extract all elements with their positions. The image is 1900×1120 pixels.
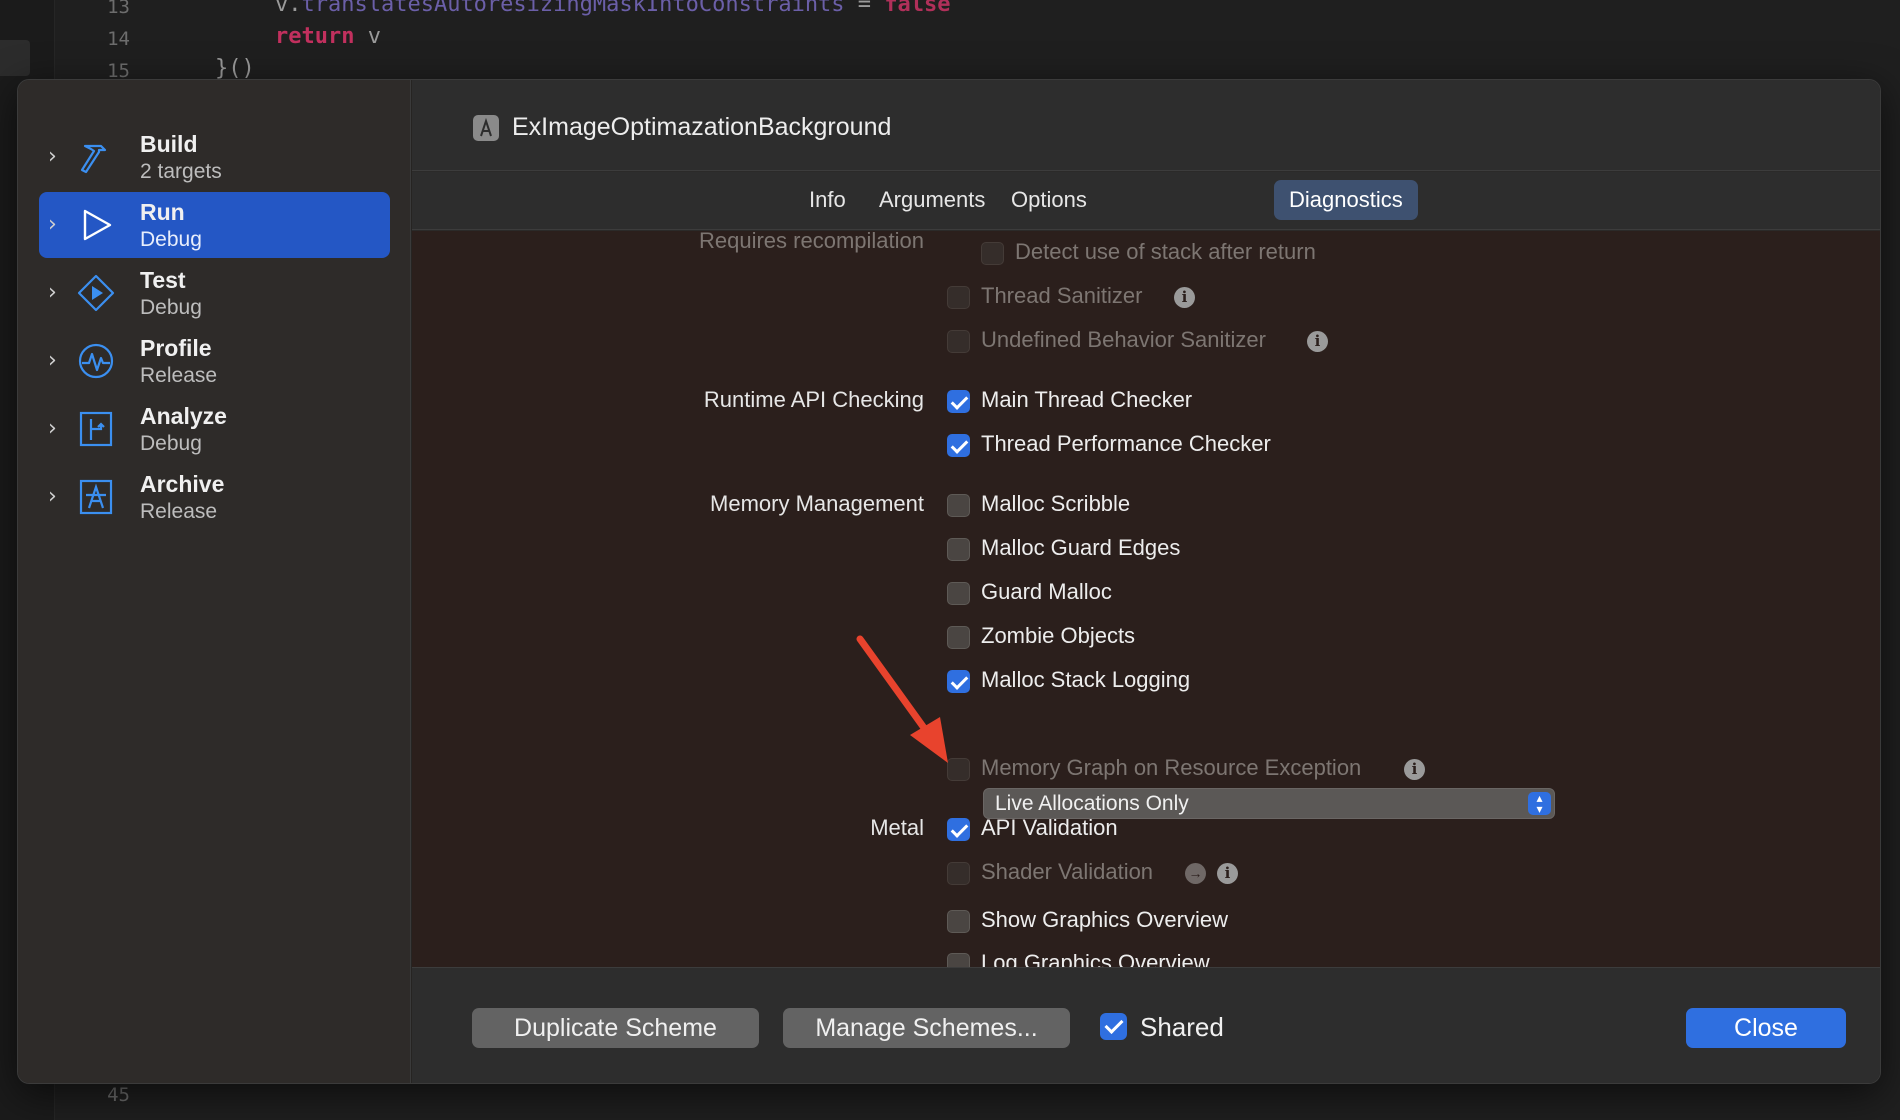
info-icon[interactable]: i [1404, 759, 1425, 780]
sidebar-item-run[interactable]: › Run Debug [39, 192, 390, 258]
shared-checkbox[interactable] [1100, 1013, 1127, 1040]
metal-label: Metal [870, 815, 924, 840]
api-validation-checkbox[interactable] [947, 818, 970, 841]
sidebar-item-profile[interactable]: › Profile Release [39, 328, 390, 394]
chevron-right-icon[interactable]: › [48, 348, 70, 374]
main-thread-checker-label: Main Thread Checker [981, 387, 1193, 412]
chevron-right-icon[interactable]: › [48, 484, 70, 510]
diamond-play-icon [77, 274, 115, 312]
chevron-right-icon[interactable]: › [48, 416, 70, 442]
log-graphics-overview-label: Log Graphics Overview [981, 950, 1210, 967]
scheme-tabs: Info Arguments Options Diagnostics [412, 172, 1880, 230]
scheme-title: ExImageOptimazationBackground [512, 113, 892, 141]
stack-logging-mode-value: Live Allocations Only [995, 792, 1189, 815]
sidebar-item-subtitle: Release [140, 364, 218, 387]
line-number: 13 [107, 0, 130, 18]
tab-options[interactable]: Options [996, 180, 1102, 220]
annotation-arrow-icon [856, 635, 948, 763]
shader-validation-checkbox[interactable] [947, 862, 970, 885]
zombie-objects-label: Zombie Objects [981, 623, 1136, 648]
info-icon[interactable]: i [1174, 287, 1195, 308]
up-down-chevron-icon: ▴ ▾ [1528, 792, 1551, 815]
sidebar-item-subtitle: Debug [140, 432, 202, 455]
scheme-footer: Duplicate Scheme Manage Schemes... Share… [412, 967, 1880, 1083]
sidebar-item-name: Build [140, 131, 198, 157]
main-thread-checker-checkbox[interactable] [947, 390, 970, 413]
guard-malloc-checkbox[interactable] [947, 582, 970, 605]
memory-management-label: Memory Management [710, 491, 924, 516]
thread-sanitizer-checkbox[interactable] [947, 286, 970, 309]
sidebar-item-name: Archive [140, 471, 225, 497]
runtime-api-label: Runtime API Checking [703, 387, 924, 412]
malloc-guard-edges-checkbox[interactable] [947, 538, 970, 561]
sidebar-item-name: Profile [140, 335, 212, 361]
play-icon [83, 209, 112, 241]
detect-stack-label: Detect use of stack after return [1015, 239, 1316, 264]
sidebar-item-analyze[interactable]: › Analyze Debug [39, 396, 390, 462]
chevron-right-icon[interactable]: › [48, 280, 70, 306]
sidebar-item-build[interactable]: › Build 2 targets [39, 124, 390, 190]
arrow-right-circle-icon[interactable]: → [1185, 863, 1206, 884]
tab-info[interactable]: Info [794, 180, 861, 220]
sidebar-item-subtitle: 2 targets [140, 160, 222, 183]
ub-sanitizer-checkbox[interactable] [947, 330, 970, 353]
api-validation-label: API Validation [981, 815, 1118, 840]
thread-performance-checkbox[interactable] [947, 434, 970, 457]
ub-sanitizer-label: Undefined Behavior Sanitizer [981, 327, 1266, 352]
info-icon[interactable]: i [1217, 863, 1238, 884]
graphics-overview-checkbox[interactable] [947, 910, 970, 933]
waveform-icon [78, 343, 114, 379]
sidebar-item-subtitle: Release [140, 500, 218, 523]
sidebar-item-test[interactable]: › Test Debug [39, 260, 390, 326]
malloc-scribble-label: Malloc Scribble [981, 491, 1131, 516]
app-target-icon [473, 115, 499, 141]
scheme-editor-sheet: › Build 2 targets › Run Debug › Test Deb… [17, 79, 1881, 1084]
malloc-stack-logging-label: Malloc Stack Logging [981, 667, 1191, 692]
sidebar-item-archive[interactable]: › Archive Release [39, 464, 390, 530]
sidebar-item-subtitle: Debug [140, 296, 202, 319]
log-graphics-overview-checkbox[interactable] [947, 953, 970, 967]
line-number: 14 [107, 28, 130, 50]
branch-icon [79, 411, 113, 447]
tab-diagnostics[interactable]: Diagnostics [1274, 180, 1418, 220]
duplicate-scheme-button[interactable]: Duplicate Scheme [472, 1008, 759, 1048]
info-icon[interactable]: i [1307, 331, 1328, 352]
code-line: v.translatesAutoresizingMaskIntoConstrai… [275, 0, 951, 17]
malloc-scribble-checkbox[interactable] [947, 494, 970, 517]
shader-validation-label: Shader Validation [981, 859, 1154, 884]
sidebar-item-name: Test [140, 267, 186, 293]
scheme-detail-pane: ExImageOptimazationBackground Info Argum… [412, 80, 1880, 1083]
line-number: 45 [107, 1084, 130, 1106]
scheme-title-bar: ExImageOptimazationBackground [412, 80, 1880, 171]
sidebar-item-subtitle: Debug [140, 228, 202, 251]
detect-stack-checkbox[interactable] [981, 242, 1004, 265]
memory-graph-label: Memory Graph on Resource Exception [981, 755, 1362, 780]
shared-label: Shared [1140, 1012, 1224, 1042]
graphics-overview-label: Show Graphics Overview [981, 907, 1228, 932]
requires-recompilation-label: Requires recompilation [699, 231, 924, 253]
gutter-marker [0, 40, 30, 76]
scheme-action-sidebar: › Build 2 targets › Run Debug › Test Deb… [18, 80, 411, 1083]
thread-performance-label: Thread Performance Checker [981, 431, 1271, 456]
thread-sanitizer-label: Thread Sanitizer [981, 283, 1143, 308]
sidebar-item-name: Analyze [140, 403, 227, 429]
manage-schemes-button[interactable]: Manage Schemes... [783, 1008, 1070, 1048]
diagnostics-content: Requires recompilation Detect use of sta… [412, 231, 1880, 967]
tab-arguments[interactable]: Arguments [864, 180, 1000, 220]
sidebar-item-name: Run [140, 199, 185, 225]
close-button[interactable]: Close [1686, 1008, 1846, 1048]
chevron-right-icon[interactable]: › [48, 144, 70, 170]
guard-malloc-label: Guard Malloc [981, 579, 1112, 604]
hammer-icon [80, 144, 107, 174]
malloc-guard-edges-label: Malloc Guard Edges [981, 535, 1181, 560]
archive-app-icon [79, 479, 113, 515]
chevron-right-icon[interactable]: › [48, 212, 70, 238]
code-line: return v [275, 24, 381, 49]
code-line: }() [215, 56, 255, 81]
